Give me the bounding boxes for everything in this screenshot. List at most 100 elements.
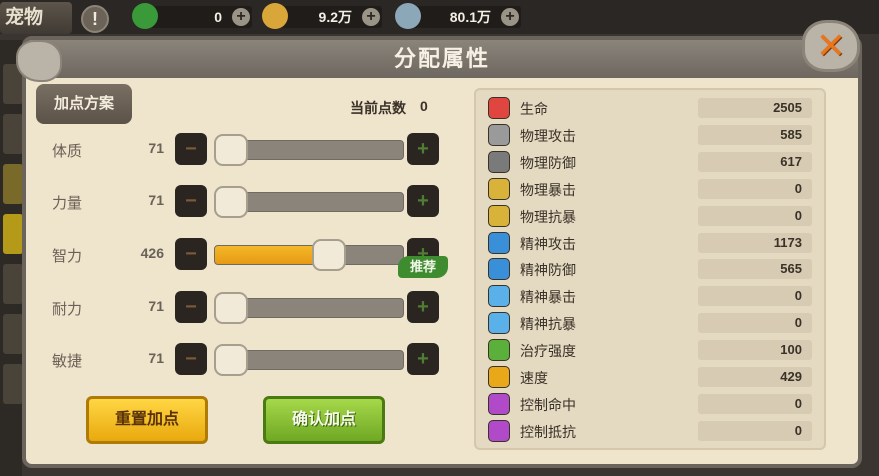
attribute-row: 物理防御 617 <box>488 150 818 174</box>
attribute-value: 2505 <box>698 98 812 118</box>
stat-value: 71 <box>148 140 164 156</box>
stat-value: 426 <box>140 245 164 261</box>
dialog-title: 分配属性 <box>26 40 858 78</box>
attribute-row: 精神攻击 1173 <box>488 231 818 255</box>
attribute-value: 565 <box>698 259 812 280</box>
confirm-points-button[interactable]: 确认加点 <box>263 396 385 444</box>
attribute-name: 精神暴击 <box>520 289 576 306</box>
pet-tab[interactable]: 宠物 <box>0 2 72 34</box>
attribute-row: 控制命中 0 <box>488 392 818 416</box>
decrease-button[interactable]: − <box>175 343 207 375</box>
recommend-badge: 推荐 <box>398 256 448 278</box>
magic-shield-icon <box>488 258 510 281</box>
attribute-row: 生命 2505 <box>488 96 818 120</box>
attribute-value: 617 <box>698 151 812 172</box>
attribute-row: 精神暴击 0 <box>488 284 818 308</box>
attribute-name: 速度 <box>520 370 548 386</box>
increase-button[interactable]: + <box>407 343 439 375</box>
decrease-button[interactable]: − <box>175 133 207 165</box>
stat-slider[interactable] <box>214 245 404 265</box>
list-item[interactable] <box>3 264 23 304</box>
green-gem-icon <box>132 3 158 29</box>
attribute-value: 0 <box>698 178 812 199</box>
list-item[interactable] <box>3 364 23 404</box>
resource-silver: 80.1万 + <box>395 3 521 29</box>
attribute-name: 治疗强度 <box>520 343 576 360</box>
close-icon: ✕ <box>815 25 847 66</box>
slider-knob[interactable] <box>214 134 248 166</box>
magic-crit-icon <box>488 285 510 308</box>
crit-shield-icon <box>488 204 510 227</box>
control-hit-icon <box>488 392 510 415</box>
stat-name: 智力 <box>52 248 83 265</box>
add-silver-button[interactable]: + <box>501 8 519 26</box>
attribute-value: 1173 <box>698 232 812 253</box>
fist-icon <box>488 123 510 146</box>
stat-name: 耐力 <box>52 301 83 318</box>
attribute-row: 控制抵抗 0 <box>488 419 818 443</box>
stat-value: 71 <box>148 298 164 314</box>
slider-knob[interactable] <box>214 344 248 376</box>
background-pet-list <box>0 40 23 476</box>
stat-name: 力量 <box>52 195 83 212</box>
plan-label[interactable]: 加点方案 <box>36 84 132 124</box>
info-icon[interactable]: ! <box>81 5 109 33</box>
attribute-value: 0 <box>698 286 812 307</box>
stat-row-endurance: 耐力 71 − + <box>52 291 452 325</box>
attribute-row: 物理抗暴 0 <box>488 204 818 228</box>
lightning-icon <box>488 366 510 388</box>
list-item[interactable] <box>3 114 23 154</box>
gold-nugget-icon <box>262 3 288 29</box>
attribute-name: 物理抗暴 <box>520 208 576 225</box>
attribute-name: 精神抗暴 <box>520 316 576 333</box>
slider-knob[interactable] <box>311 239 346 271</box>
resource-value: 80.1万 <box>449 9 491 25</box>
heal-cross-icon <box>488 339 510 362</box>
attribute-value: 0 <box>698 313 812 334</box>
resource-value: 9.2万 <box>318 9 352 25</box>
decrease-button[interactable]: − <box>175 291 207 323</box>
stat-row-agility: 敏捷 71 − + <box>52 343 452 377</box>
attribute-name: 控制抵抗 <box>520 423 576 440</box>
resource-gold: 9.2万 + <box>262 3 382 29</box>
add-green-gem-button[interactable]: + <box>232 8 250 26</box>
heart-icon <box>488 97 510 119</box>
stat-value: 71 <box>148 192 164 208</box>
slider-knob[interactable] <box>214 186 248 218</box>
increase-button[interactable]: + <box>407 291 439 323</box>
list-item[interactable] <box>3 314 23 354</box>
attribute-row: 精神防御 565 <box>488 257 818 281</box>
slider-knob[interactable] <box>214 292 248 324</box>
crit-fist-icon <box>488 177 510 200</box>
magic-crit-shield-icon <box>488 312 510 335</box>
increase-button[interactable]: + <box>407 133 439 165</box>
stat-row-intelligence: 智力 426 − + <box>52 238 452 272</box>
attribute-row: 治疗强度 100 <box>488 338 818 362</box>
close-button[interactable]: ✕ <box>802 20 860 72</box>
attribute-name: 精神攻击 <box>520 235 576 252</box>
stat-row-constitution: 体质 71 − + <box>52 133 452 167</box>
current-points-value: 0 <box>420 98 428 114</box>
increase-button[interactable]: + <box>407 185 439 217</box>
attribute-name: 生命 <box>520 101 548 117</box>
attribute-row: 精神抗暴 0 <box>488 311 818 335</box>
current-points-label: 当前点数 <box>350 100 406 116</box>
attribute-value: 585 <box>698 124 812 145</box>
attribute-name: 精神防御 <box>520 262 576 279</box>
decrease-button[interactable]: − <box>175 185 207 217</box>
resource-bar: 宠物 ! 0 + 9.2万 + 80.1万 + <box>0 0 879 34</box>
decrease-button[interactable]: − <box>175 238 207 270</box>
silver-ore-icon <box>395 3 421 29</box>
attribute-row: 物理攻击 585 <box>488 123 818 147</box>
reset-points-button[interactable]: 重置加点 <box>86 396 208 444</box>
attribute-row: 物理暴击 0 <box>488 177 818 201</box>
list-item[interactable] <box>3 164 23 204</box>
attribute-value: 429 <box>698 367 812 387</box>
attribute-name: 物理防御 <box>520 154 576 171</box>
list-item[interactable] <box>3 214 23 254</box>
add-gold-button[interactable]: + <box>362 8 380 26</box>
attribute-name: 控制命中 <box>520 396 576 413</box>
control-resist-icon <box>488 419 510 442</box>
attribute-value: 0 <box>698 393 812 414</box>
stat-row-strength: 力量 71 − + <box>52 185 452 219</box>
